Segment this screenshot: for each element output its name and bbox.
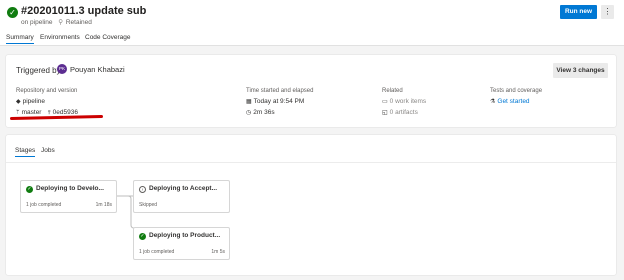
check-circle-icon: ✓ [26,186,33,193]
tab-summary[interactable]: Summary [6,34,34,44]
artifacts-row: ◱ 0 artifacts [382,109,418,116]
stage-card-develop[interactable]: ✓ Deploying to Develo... 1 job completed… [20,180,117,213]
elapsed-time: 2m 36s [253,109,275,116]
stage-name: Deploying to Product... [149,232,221,239]
branch-name[interactable]: master [22,109,42,116]
run-summary-card: Triggered by PK Pouyan Khabazi View 3 ch… [6,55,616,127]
view-changes-button[interactable]: View 3 changes [553,63,608,78]
elapsed-row: ◷ 2m 36s [246,109,275,116]
skipped-icon: › [139,186,146,193]
retained-label: Retained [65,19,92,26]
run-subtitle: on pipeline ⚲ Retained [21,18,92,26]
avatar: PK [57,64,67,74]
work-items-count[interactable]: 0 work items [390,98,426,105]
stage-name: Deploying to Accept... [149,185,218,192]
artifact-icon: ◱ [382,110,388,116]
started-row: ▦ Today at 9:54 PM [246,98,304,105]
check-circle-icon: ✓ [7,7,18,18]
get-started-link[interactable]: Get started [497,98,529,105]
related-label: Related [382,88,403,94]
retained-icon: ⚲ [58,19,64,26]
get-started-row: ⚗ Get started [490,98,530,105]
repo-label: Repository and version [16,88,78,94]
branch-icon: ᛘ [16,110,20,116]
tests-label: Tests and coverage [490,88,543,94]
stage-duration: 1m 18s [95,202,112,208]
stage-meta: 1 job completed [139,249,175,255]
branch-row: ᛘ master [16,109,41,116]
clock-icon: ◷ [246,110,252,116]
calendar-icon: ▦ [246,99,252,105]
work-items-row: ▭ 0 work items [382,98,426,105]
work-item-icon: ▭ [382,99,388,105]
stage-meta: Skipped [139,202,158,208]
run-header: ✓ #20201011.3 update sub on pipeline ⚲ R… [0,0,624,46]
tab-code-coverage[interactable]: Code Coverage [85,34,131,41]
artifacts-count[interactable]: 0 artifacts [390,109,418,116]
repo-row: ◆ pipeline [16,98,45,105]
annotation-underline [9,115,104,120]
stage-card-acceptance[interactable]: › Deploying to Accept... Skipped [133,180,230,213]
more-options-icon[interactable]: ⋮ [601,5,614,19]
check-circle-icon: ✓ [139,233,146,240]
time-label: Time started and elapsed [246,88,314,94]
run-title: #20201011.3 update sub [21,5,147,17]
triggered-by-label: Triggered by [16,66,61,75]
started-time: Today at 9:54 PM [253,98,305,105]
repo-icon: ◆ [16,99,21,105]
stages-card: Stages Jobs ✓ Deploying to Develo... 1 j… [6,135,616,275]
beaker-icon: ⚗ [490,99,496,105]
stage-name: Deploying to Develo... [36,185,104,192]
pipeline-link[interactable]: on pipeline [21,19,52,26]
repo-name[interactable]: pipeline [23,98,45,105]
stage-duration: 1m 5s [211,249,225,255]
stage-card-production[interactable]: ✓ Deploying to Product... 1 job complete… [133,227,230,260]
stage-meta: 1 job completed [26,202,62,208]
commit-icon: ⫯ [48,110,51,116]
tab-environments[interactable]: Environments [40,34,80,41]
trigger-user[interactable]: Pouyan Khabazi [70,65,125,74]
run-new-button[interactable]: Run new [560,5,597,19]
